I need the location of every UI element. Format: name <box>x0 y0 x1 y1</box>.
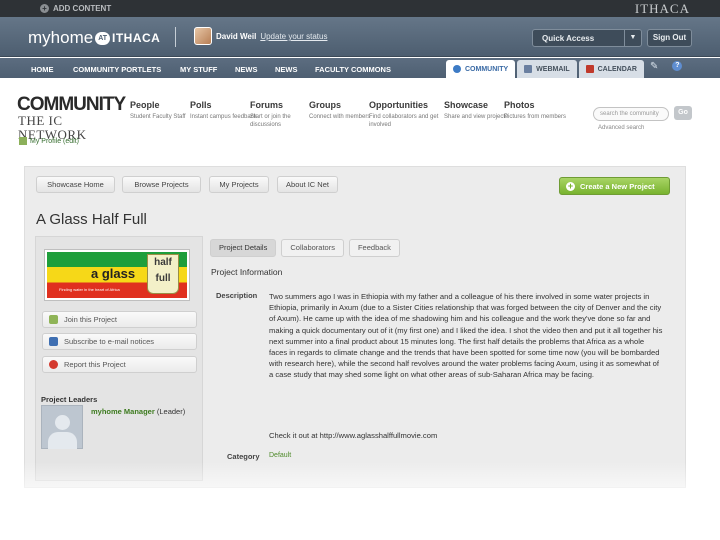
app-tabs: COMMUNITY WEBMAIL CALENDAR <box>446 60 644 78</box>
nav-item-faculty-commons[interactable]: FACULTY COMMONS <box>315 65 391 74</box>
create-project-button[interactable]: + Create a New Project <box>559 177 670 195</box>
plus-icon: + <box>566 180 575 191</box>
project-info-heading: Project Information <box>211 267 283 277</box>
thumb-half: half <box>154 257 172 268</box>
nav-item-home[interactable]: HOME <box>31 65 54 74</box>
thumb-full: full <box>155 273 171 284</box>
user-avatar[interactable] <box>194 27 212 45</box>
quick-access-label: Quick Access <box>542 34 595 43</box>
leader-avatar[interactable] <box>41 405 83 449</box>
mail-icon <box>49 337 58 346</box>
calendar-icon <box>585 65 594 73</box>
project-link-text: Check it out at http://www.aglasshalfful… <box>269 431 438 440</box>
header-divider <box>175 27 176 47</box>
subscribe-label: Subscribe to e-mail notices <box>64 337 155 346</box>
description-label: Description <box>216 291 258 300</box>
link-title: Opportunities <box>369 100 428 110</box>
user-name[interactable]: David Weil <box>216 32 256 41</box>
chevron-down-icon[interactable]: ▼ <box>624 30 641 46</box>
ithaca-brand: ITHACA <box>634 1 690 16</box>
plus-icon: + <box>40 4 49 13</box>
community-link-opportunities[interactable]: Opportunities Find collaborators and get … <box>369 100 439 129</box>
search-go-button[interactable]: Go <box>674 106 692 120</box>
community-link-photos[interactable]: Photos Pictures from members <box>504 100 574 121</box>
tab-calendar[interactable]: CALENDAR <box>578 60 644 78</box>
browse-projects-button[interactable]: Browse Projects <box>122 176 201 193</box>
project-leaders-heading: Project Leaders <box>41 395 98 404</box>
tab-calendar-label: CALENDAR <box>597 65 637 73</box>
nav-item-community-portlets[interactable]: COMMUNITY PORTLETS <box>73 65 161 74</box>
update-status-link[interactable]: Update your status <box>260 32 327 41</box>
tab-collaborators[interactable]: Collaborators <box>281 239 344 257</box>
project-tabs: Project Details Collaborators Feedback <box>210 239 400 257</box>
about-ic-net-button[interactable]: About IC Net <box>277 176 338 193</box>
logo-ithaca: ITHACA <box>112 31 161 45</box>
report-project-button[interactable]: Report this Project <box>42 356 197 373</box>
link-subtitle: Pictures from members <box>504 114 567 120</box>
join-icon <box>49 315 58 324</box>
user-info: David Weil Update your status <box>216 32 327 41</box>
profile-icon <box>19 137 27 145</box>
bottom-fade <box>0 462 720 540</box>
help-icon[interactable]: ? <box>672 61 683 71</box>
join-label: Join this Project <box>64 315 117 324</box>
leader-role: (Leader) <box>156 407 186 416</box>
mail-icon <box>524 65 533 73</box>
community-search-input[interactable]: search the community <box>593 107 669 121</box>
advanced-search-link[interactable]: Advanced search <box>598 125 644 131</box>
tab-webmail-label: WEBMAIL <box>536 65 570 73</box>
report-icon <box>49 360 58 369</box>
link-subtitle: Find collaborators and get involved <box>369 114 439 128</box>
avatar-body <box>48 432 77 449</box>
report-label: Report this Project <box>64 360 126 369</box>
tab-community[interactable]: COMMUNITY <box>446 60 516 78</box>
project-description: Two summers ago I was in Ethiopia with m… <box>269 292 663 380</box>
add-content-label: ADD CONTENT <box>53 4 112 13</box>
nav-item-news-2[interactable]: NEWS <box>275 65 298 74</box>
logo-main: myhome <box>28 28 94 47</box>
avatar-head <box>55 415 70 430</box>
quick-access-select[interactable]: Quick Access ▼ <box>532 29 642 47</box>
myhome-logo[interactable]: myhome AT ITHACA <box>28 28 160 48</box>
wrench-icon[interactable]: ✎ <box>650 61 658 72</box>
tab-feedback[interactable]: Feedback <box>348 239 400 257</box>
my-projects-button[interactable]: My Projects <box>209 176 269 193</box>
sign-out-button[interactable]: Sign Out <box>647 29 692 47</box>
my-profile-link[interactable]: My Profile (edit) <box>19 137 79 145</box>
leader-name-link[interactable]: myhome Manager <box>91 407 155 416</box>
tab-webmail[interactable]: WEBMAIL <box>517 60 577 78</box>
showcase-home-button[interactable]: Showcase Home <box>36 176 115 193</box>
category-value-link[interactable]: Default <box>269 452 291 459</box>
thumb-tagline: Finding water in the heart of Africa <box>59 287 120 292</box>
tab-community-label: COMMUNITY <box>465 65 509 73</box>
glass-icon: half full <box>147 254 179 294</box>
project-thumbnail: a glass half full Finding water in the he… <box>44 249 190 301</box>
community-icon <box>453 65 461 73</box>
create-project-label: Create a New Project <box>580 181 655 191</box>
my-profile-label: My Profile (edit) <box>30 137 80 145</box>
join-project-button[interactable]: Join this Project <box>42 311 197 328</box>
community-logo-title: COMMUNITY <box>17 94 126 115</box>
category-label: Category <box>227 452 260 461</box>
subscribe-button[interactable]: Subscribe to e-mail notices <box>42 333 197 350</box>
ethiopia-flag-banner: a glass half full Finding water in the he… <box>47 252 187 298</box>
nav-item-my-stuff[interactable]: MY STUFF <box>180 65 217 74</box>
link-title: Photos <box>504 100 535 110</box>
header: myhome AT ITHACA David Weil Update your s… <box>0 17 720 57</box>
project-title: A Glass Half Full <box>36 211 147 228</box>
add-content-button[interactable]: + ADD CONTENT <box>40 4 111 13</box>
leader-entry: myhome Manager (Leader) <box>91 407 185 416</box>
community-logo[interactable]: COMMUNITY THE IC NETWORK <box>17 94 126 142</box>
logo-at: AT <box>95 31 110 45</box>
thumb-text: a glass <box>91 266 136 281</box>
tab-project-details[interactable]: Project Details <box>210 239 277 257</box>
nav-item-news[interactable]: NEWS <box>235 65 258 74</box>
top-utility-bar: + ADD CONTENT ITHACA <box>0 0 720 17</box>
nav-utility-icons: ✎ ? <box>650 61 683 72</box>
